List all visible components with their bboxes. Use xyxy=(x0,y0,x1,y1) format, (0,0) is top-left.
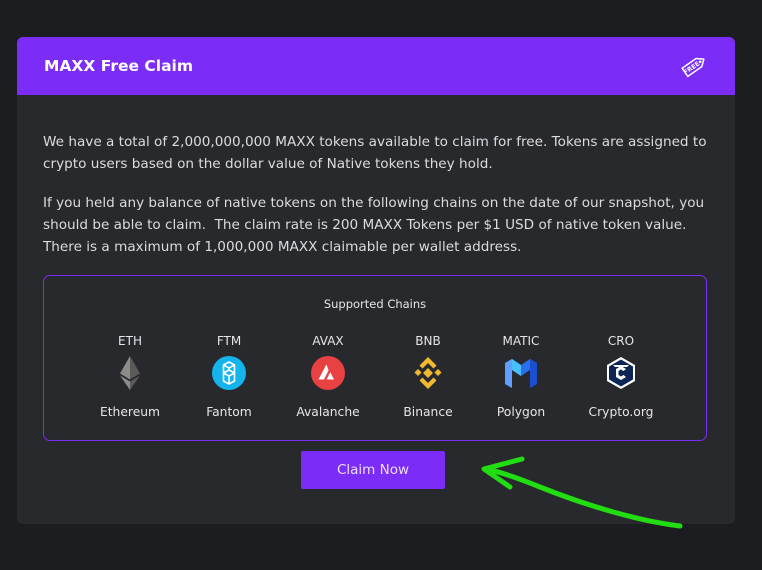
chain-symbol: ETH xyxy=(118,334,142,348)
crypto-org-icon xyxy=(607,357,635,389)
chain-avalanche: AVAX Avalanche xyxy=(283,333,373,419)
chain-symbol: FTM xyxy=(216,334,242,348)
chain-name: Binance xyxy=(403,405,453,419)
chain-name: Fantom xyxy=(206,405,252,419)
chain-fantom: FTM Fantom xyxy=(184,333,274,419)
binance-icon xyxy=(414,357,442,389)
chain-binance: BNB Binance xyxy=(383,333,473,419)
chain-name: Avalanche xyxy=(296,405,360,419)
claim-now-button[interactable]: Claim Now xyxy=(301,451,445,489)
card-body: We have a total of 2,000,000,000 MAXX to… xyxy=(17,95,735,441)
chain-ethereum: ETH Ethereum xyxy=(85,333,175,419)
ethereum-icon xyxy=(120,356,140,390)
fantom-icon xyxy=(212,356,246,390)
claim-card: MAXX Free Claim FREE We have a total of … xyxy=(17,37,735,524)
intro-paragraph: We have a total of 2,000,000,000 MAXX to… xyxy=(43,134,711,172)
chain-symbol: MATIC xyxy=(502,334,540,348)
free-tag-icon: FREE xyxy=(681,57,705,78)
chain-name: Crypto.org xyxy=(588,405,654,419)
card-header: MAXX Free Claim FREE xyxy=(17,37,735,95)
chain-symbol: AVAX xyxy=(312,334,344,348)
details-paragraph: If you held any balance of native tokens… xyxy=(43,195,709,255)
avalanche-icon xyxy=(311,356,345,390)
chain-name: Ethereum xyxy=(99,405,161,419)
polygon-icon xyxy=(505,359,537,388)
chain-crypto-org: CRO Crypto.org xyxy=(576,333,666,419)
annotation-arrow-icon xyxy=(481,456,683,529)
supported-chains-title: Supported Chains xyxy=(323,297,427,311)
chain-polygon: MATIC Polygon xyxy=(476,333,566,419)
card-title: MAXX Free Claim xyxy=(44,57,193,75)
chain-name: Polygon xyxy=(496,405,546,419)
supported-chains-panel: Supported Chains ETH Ethereum FTM Fantom xyxy=(43,275,707,441)
chain-symbol: BNB xyxy=(415,334,441,348)
chain-symbol: CRO xyxy=(607,334,635,348)
